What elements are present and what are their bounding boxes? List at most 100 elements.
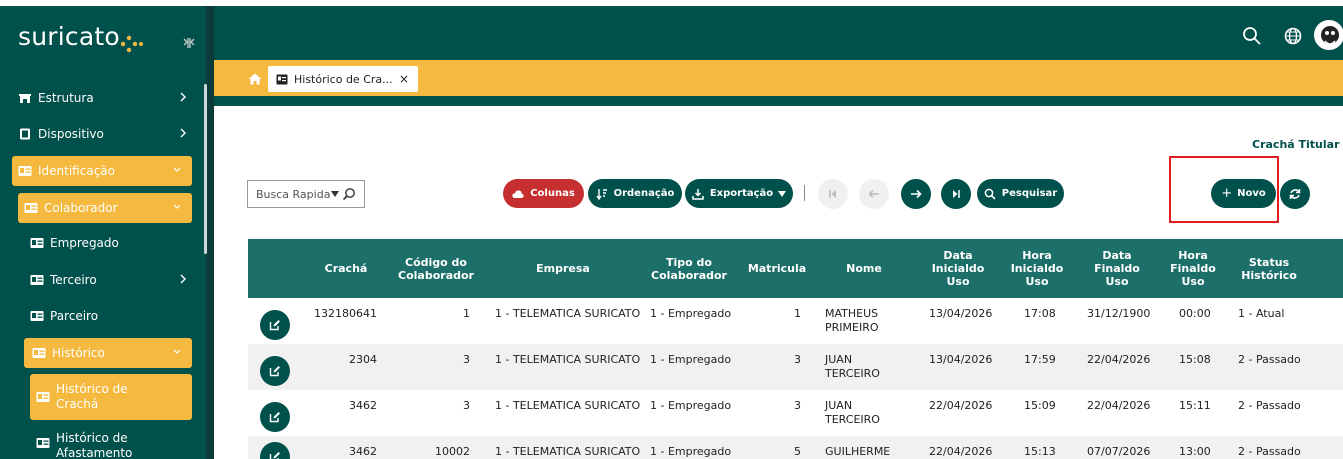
column-header-data-final[interactable]: Data Finaldo Uso xyxy=(1082,239,1152,298)
sidebar-item-historico-cracha[interactable]: Histórico de Crachá xyxy=(30,374,192,420)
search-icon[interactable] xyxy=(1242,26,1262,46)
nome-line: GUILHERME xyxy=(825,445,891,458)
first-page-button[interactable] xyxy=(818,179,848,209)
previous-page-button[interactable] xyxy=(859,179,889,209)
header-line: Status xyxy=(1248,255,1290,269)
quick-search-input[interactable]: Busca Rapida xyxy=(247,180,365,208)
device-icon xyxy=(20,128,30,140)
sidebar-divider xyxy=(206,6,214,459)
column-header-matricula[interactable]: Matricula xyxy=(746,239,808,298)
cell-tipo: 1 - Empregado xyxy=(650,445,732,458)
edit-button[interactable] xyxy=(260,310,290,340)
tab-historico-cracha[interactable]: Histórico de Cra... × xyxy=(268,66,418,92)
chevron-down-icon xyxy=(173,167,181,172)
cell-empresa: 1 - TELEMATICA SURICATO xyxy=(495,353,641,366)
column-header-hora-final[interactable]: Hora Finaldo Uso xyxy=(1160,239,1226,298)
label-line: Afastamento xyxy=(56,446,133,459)
sidebar-item-label: Empregado xyxy=(50,236,119,250)
column-header-empresa[interactable]: Empresa xyxy=(508,239,618,298)
column-header-data-inicial[interactable]: Data Inicialdo Uso xyxy=(920,239,996,298)
button-label: Novo xyxy=(1237,188,1266,199)
sidebar-item-label: Histórico de Crachá xyxy=(56,382,128,412)
cracha-titular-link[interactable]: Crachá Titular xyxy=(1252,138,1340,151)
table-row[interactable]: 3462 10002 1 - TELEMATICA SURICATO 1 - E… xyxy=(248,436,1343,459)
edit-button[interactable] xyxy=(260,402,290,432)
edit-button[interactable] xyxy=(260,356,290,386)
pesquisar-button[interactable]: Pesquisar xyxy=(977,179,1064,208)
search-placeholder: Busca Rapida xyxy=(256,187,331,201)
column-header-cracha[interactable]: Crachá xyxy=(318,239,374,298)
cell-status: 2 - Passado xyxy=(1238,353,1301,366)
header-line: Crachá xyxy=(324,262,368,275)
sidebar-item-empregado[interactable]: Empregado xyxy=(30,228,198,258)
novo-button[interactable]: + Novo xyxy=(1211,179,1276,208)
refresh-icon xyxy=(1289,189,1301,199)
column-header-tipo[interactable]: Tipo do Colaborador xyxy=(646,239,732,298)
collapse-sidebar-icon[interactable] xyxy=(182,36,196,50)
exportacao-button[interactable]: Exportação xyxy=(685,179,793,208)
cell-hora-inicial: 17:08 xyxy=(1024,307,1056,320)
cell-codigo: 3 xyxy=(463,353,470,366)
header-line: Hora xyxy=(1022,249,1052,262)
header-line: Data xyxy=(1102,249,1132,262)
table-row[interactable]: 2304 3 1 - TELEMATICA SURICATO 1 - Empre… xyxy=(248,344,1343,390)
cell-nome: JUAN TERCEIRO xyxy=(825,353,880,381)
sidebar-item-parceiro[interactable]: Parceiro xyxy=(30,301,198,331)
column-header-codigo[interactable]: Código do Colaborador xyxy=(394,239,478,298)
cell-data-final: 07/07/2026 xyxy=(1087,445,1151,458)
sidebar-scrollbar[interactable] xyxy=(204,84,207,254)
avatar[interactable] xyxy=(1314,20,1343,50)
id-card-icon xyxy=(36,438,50,448)
cell-cracha: 3462 xyxy=(349,399,377,412)
caret-down-icon[interactable] xyxy=(331,191,339,197)
cell-tipo: 1 - Empregado xyxy=(650,307,732,320)
sidebar-item-estrutura[interactable]: Estrutura xyxy=(18,83,198,113)
chevron-right-icon xyxy=(180,274,186,284)
search-icon[interactable] xyxy=(342,187,356,201)
cell-hora-final: 13:00 xyxy=(1179,445,1211,458)
header-line: Uso xyxy=(1105,275,1129,288)
colunas-button[interactable]: Colunas xyxy=(503,179,584,208)
refresh-button[interactable] xyxy=(1280,179,1310,209)
header-text: Hora Inicialdo Uso xyxy=(1011,249,1064,288)
building-icon xyxy=(19,94,31,103)
home-icon[interactable] xyxy=(248,73,262,85)
next-page-button[interactable] xyxy=(901,179,931,209)
sidebar-item-historico[interactable]: Histórico xyxy=(24,338,192,368)
toolbar-separator xyxy=(804,185,805,201)
id-card-icon xyxy=(18,166,32,176)
header-line: Hora xyxy=(1178,249,1208,262)
label-line: Histórico de xyxy=(56,431,128,445)
table-row[interactable]: 3462 3 1 - TELEMATICA SURICATO 1 - Empre… xyxy=(248,390,1343,436)
last-page-button[interactable] xyxy=(941,179,971,209)
sidebar-item-terceiro[interactable]: Terceiro xyxy=(30,265,198,295)
cell-matricula: 3 xyxy=(794,399,801,412)
chevron-right-icon xyxy=(180,92,186,102)
first-page-icon xyxy=(829,190,836,198)
sidebar-item-dispositivo[interactable]: Dispositivo xyxy=(18,119,198,149)
nome-line: JUAN xyxy=(825,353,853,366)
edit-button[interactable] xyxy=(260,442,290,459)
header-text: Hora Finaldo Uso xyxy=(1170,249,1216,288)
header-line: Finaldo xyxy=(1094,262,1140,275)
search-icon xyxy=(984,188,996,200)
column-header-hora-inicial[interactable]: Hora Inicialdo Uso xyxy=(1002,239,1072,298)
cell-empresa: 1 - TELEMATICA SURICATO xyxy=(495,307,641,320)
chevron-right-icon xyxy=(180,128,186,138)
column-header-status[interactable]: Status Histórico xyxy=(1232,239,1306,298)
column-header-nome[interactable]: Nome xyxy=(828,239,900,298)
close-tab-icon[interactable]: × xyxy=(399,72,409,86)
sidebar-item-colaborador[interactable]: Colaborador xyxy=(18,193,192,223)
cloud-icon xyxy=(512,189,524,198)
header-text: Data Inicialdo Uso xyxy=(932,249,985,288)
sidebar-item-identificacao[interactable]: Identificação xyxy=(12,156,192,186)
cell-cracha: 3462 xyxy=(349,445,377,458)
app-logo[interactable]: suricato xyxy=(18,22,120,51)
sidebar-item-historico-afastamento[interactable]: Histórico de Afastamento xyxy=(36,431,198,459)
header-text: Tipo do Colaborador xyxy=(651,256,727,282)
cell-data-final: 22/04/2026 xyxy=(1087,353,1151,366)
chevron-down-icon xyxy=(173,204,181,209)
globe-icon[interactable] xyxy=(1283,26,1303,46)
ordenacao-button[interactable]: Ordenação xyxy=(588,179,682,208)
table-row[interactable]: 132180641 1 1 - TELEMATICA SURICATO 1 - … xyxy=(248,298,1343,344)
